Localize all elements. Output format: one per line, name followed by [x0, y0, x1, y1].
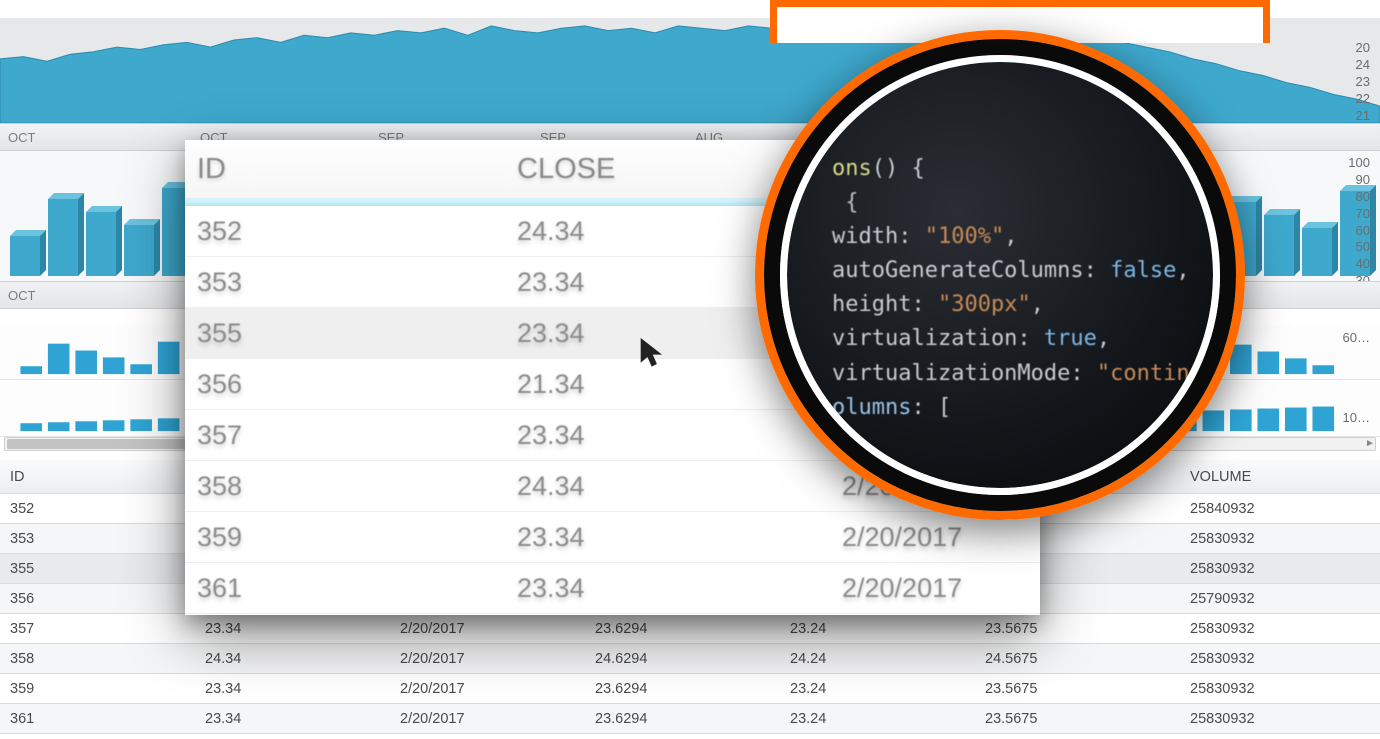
cell: 356	[0, 591, 195, 607]
cell: 25830932	[1180, 621, 1380, 637]
cell: 23.34	[195, 711, 390, 727]
cell: 23.5675	[975, 681, 1180, 697]
scroll-right-icon[interactable]: ►	[1363, 438, 1377, 450]
cell: 23.6294	[585, 681, 780, 697]
zoom-column-header: ID	[185, 153, 505, 186]
cell: 2/20/2017	[390, 681, 585, 697]
column-header[interactable]: ID	[0, 469, 195, 485]
cell: 23.6294	[585, 711, 780, 727]
cell: 353	[0, 531, 195, 547]
cell: 23.34	[195, 621, 390, 637]
cell: 25830932	[1180, 681, 1380, 697]
cell: 23.24	[780, 681, 975, 697]
code-magnifier: ons() { { width: "100%", autoGenerateCol…	[755, 30, 1245, 520]
month-label: OCT	[8, 288, 35, 303]
chart-yticks-mid: 10090807060504030	[1348, 155, 1370, 290]
cell: 361	[0, 711, 195, 727]
spark-label-1: 60…	[1343, 330, 1370, 345]
cell: 25790932	[1180, 591, 1380, 607]
cell: 23.6294	[585, 621, 780, 637]
table-row[interactable]: 35824.342/20/201724.629424.2424.56752583…	[0, 644, 1380, 674]
cell: 24.34	[195, 651, 390, 667]
table-row[interactable]: 35723.342/20/201723.629423.2423.56752583…	[0, 614, 1380, 644]
table-row[interactable]: 36123.342/20/201723.629423.2423.56752583…	[0, 704, 1380, 734]
zoom-row: 36123.342/20/2017	[185, 563, 1040, 614]
cell: 352	[0, 501, 195, 517]
cell: 2/20/2017	[390, 651, 585, 667]
cell: 2/20/2017	[390, 711, 585, 727]
cell: 24.5675	[975, 651, 1180, 667]
cell: 24.24	[780, 651, 975, 667]
cell: 358	[0, 651, 195, 667]
cell: 25830932	[1180, 561, 1380, 577]
cell: 2/20/2017	[390, 621, 585, 637]
month-label: OCT	[8, 130, 35, 145]
cell: 24.6294	[585, 651, 780, 667]
cell: 25830932	[1180, 531, 1380, 547]
chart-yticks-top: 2024232221	[1356, 40, 1370, 124]
cell: 23.24	[780, 711, 975, 727]
cell: 359	[0, 681, 195, 697]
cell: 23.5675	[975, 621, 1180, 637]
cell: 355	[0, 561, 195, 577]
spark-label-2: 10…	[1343, 410, 1370, 425]
cell: 23.34	[195, 681, 390, 697]
cell: 25830932	[1180, 651, 1380, 667]
cell: 357	[0, 621, 195, 637]
table-row[interactable]: 35923.342/20/201723.629423.2423.56752583…	[0, 674, 1380, 704]
cell: 23.24	[780, 621, 975, 637]
cell: 23.5675	[975, 711, 1180, 727]
cell: 25830932	[1180, 711, 1380, 727]
